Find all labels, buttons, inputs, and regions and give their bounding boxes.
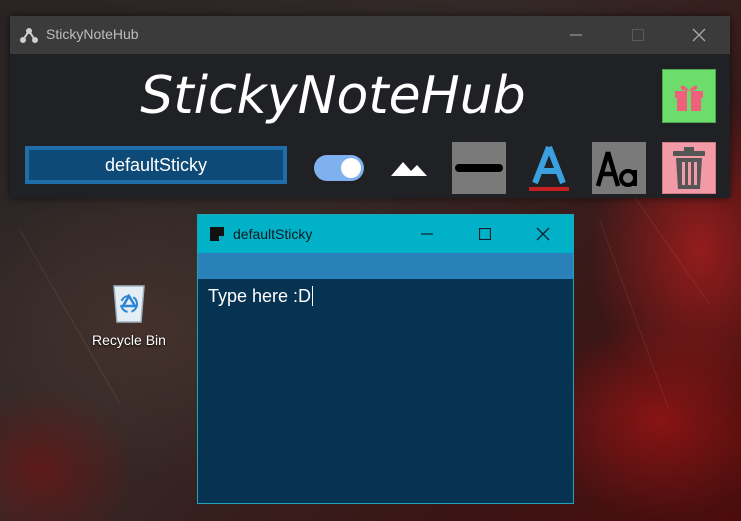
maximize-icon <box>479 228 491 240</box>
note-toolbar[interactable] <box>198 253 573 279</box>
image-icon <box>391 162 427 176</box>
font-color-icon <box>529 145 569 191</box>
recycle-bin-label: Recycle Bin <box>92 332 166 348</box>
note-title: defaultSticky <box>233 226 313 242</box>
note-content: Type here :D <box>208 286 312 306</box>
recycle-bin-shortcut[interactable]: Recycle Bin <box>84 282 174 348</box>
minimize-button[interactable] <box>545 16 607 54</box>
font-size-icon <box>595 151 637 187</box>
trash-icon <box>673 147 705 189</box>
window-title: StickyNoteHub <box>46 26 139 42</box>
minimize-icon <box>421 233 433 235</box>
app-logo-icon <box>20 28 38 43</box>
close-button[interactable] <box>668 16 730 54</box>
theme-toggle[interactable] <box>314 155 364 181</box>
note-minimize-button[interactable] <box>398 215 456 253</box>
line-thickness-button[interactable] <box>452 142 506 194</box>
font-color-button[interactable] <box>522 142 576 194</box>
toggle-knob <box>341 158 361 178</box>
sticky-note-window: defaultSticky Type here :D <box>197 214 574 504</box>
font-size-button[interactable] <box>592 142 646 194</box>
delete-button[interactable] <box>662 142 716 194</box>
note-name-field[interactable]: defaultSticky <box>25 146 287 184</box>
hub-window: StickyNoteHub StickyNoteHub defaultStick… <box>10 16 730 198</box>
sticky-note-icon <box>210 227 224 241</box>
text-caret <box>312 286 314 306</box>
hub-titlebar[interactable]: StickyNoteHub <box>10 16 730 54</box>
wallpaper-streak <box>599 220 669 409</box>
maximize-icon <box>632 29 644 41</box>
gift-button[interactable] <box>662 69 716 123</box>
note-titlebar[interactable]: defaultSticky <box>198 215 573 253</box>
note-maximize-button[interactable] <box>456 215 514 253</box>
line-thickness-icon <box>455 164 503 172</box>
note-close-button[interactable] <box>514 215 572 253</box>
close-icon <box>536 227 550 241</box>
hub-body: StickyNoteHub defaultSticky <box>10 54 730 198</box>
maximize-button[interactable] <box>607 16 669 54</box>
background-image-button[interactable] <box>382 142 436 194</box>
app-heading: StickyNoteHub <box>140 66 526 126</box>
close-icon <box>692 28 706 42</box>
recycle-bin-icon <box>113 285 145 323</box>
gift-icon <box>675 85 703 111</box>
minimize-icon <box>570 34 582 36</box>
note-text-area[interactable]: Type here :D <box>208 286 314 307</box>
